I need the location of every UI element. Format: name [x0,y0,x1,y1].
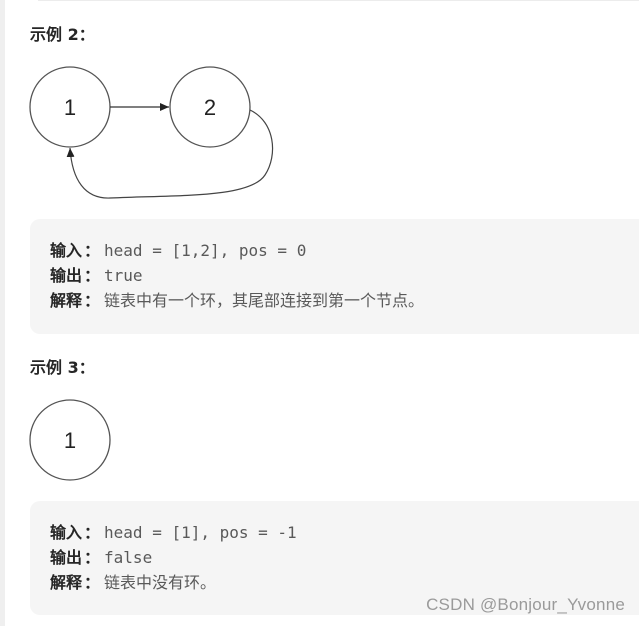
colon: ： [84,266,101,285]
list-node-1-value: 1 [64,428,76,453]
example-3-explain-line: 解释：链表中没有环。 [50,570,216,595]
top-divider [38,0,639,1]
list-node-1-value: 1 [64,95,76,120]
example-2-input-line: 输入： head = [1,2], pos = 0 [50,238,306,263]
example-3-input-line: 输入： head = [1], pos = -1 [50,520,297,545]
list-node-2-value: 2 [204,95,216,120]
colon: ： [84,241,101,260]
colon: ： [84,291,101,310]
output-value: true [104,266,143,285]
example-3-linked-list-diagram: 1 [29,399,111,481]
output-label: 输出 [50,548,83,567]
output-label: 输出 [50,266,83,285]
input-label: 输入 [50,523,83,542]
explain-label: 解释 [50,291,83,310]
explain-label: 解释 [50,573,83,592]
colon: ： [84,523,101,542]
input-value: head = [1], pos = -1 [104,523,297,542]
input-label: 输入 [50,241,83,260]
output-value: false [104,548,153,567]
example-2-io-box: 输入： head = [1,2], pos = 0 输出： true 解释：链表中有… [30,219,639,334]
colon: ： [84,548,101,567]
example-2-explain-line: 解释：链表中有一个环，其尾部连接到第一个节点。 [50,288,424,313]
example-2-output-line: 输出： true [50,263,143,288]
example-2-heading: 示例 2： [30,25,95,44]
example-3-output-line: 输出： false [50,545,152,570]
input-value: head = [1,2], pos = 0 [104,241,307,260]
explain-value: 链表中没有环。 [104,573,217,592]
example-2-linked-list-diagram: 1 2 [29,66,274,199]
example-3-heading: 示例 3： [30,358,95,377]
watermark: CSDN @Bonjour_Yvonne [426,595,625,614]
colon: ： [84,573,101,592]
explain-value: 链表中有一个环，其尾部连接到第一个节点。 [104,291,425,310]
